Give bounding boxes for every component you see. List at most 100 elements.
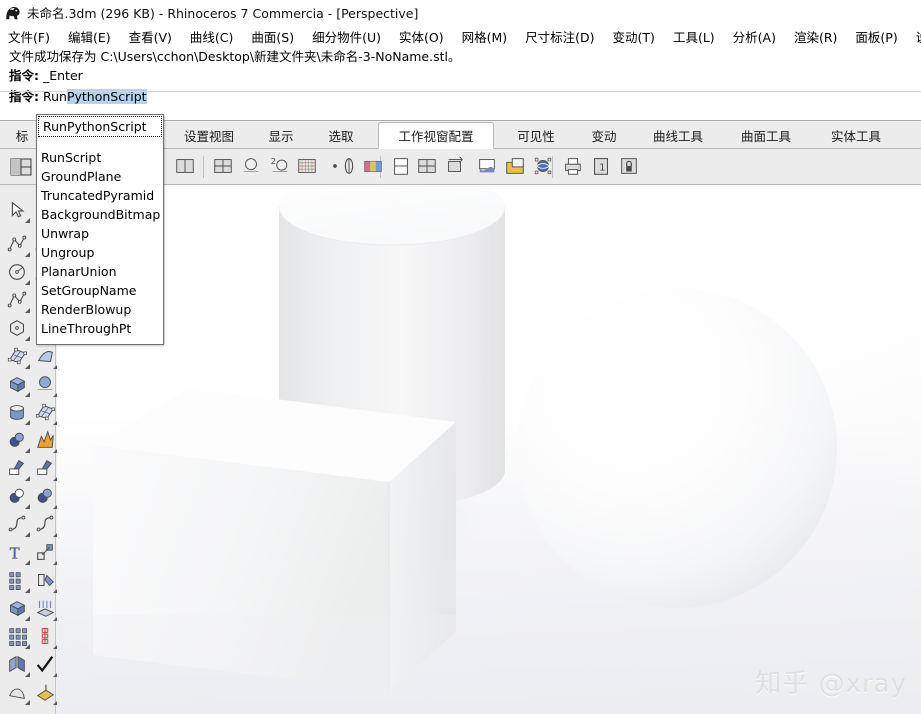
autocomplete-item[interactable]: LineThroughPt	[37, 319, 163, 338]
new-page-icon[interactable]	[390, 155, 414, 179]
toolbar-flyout-arrow-icon[interactable]	[25, 448, 30, 453]
toolbar-flyout-arrow-icon[interactable]	[25, 364, 30, 369]
clipping-plane-icon[interactable]	[338, 155, 362, 179]
toolbar-flyout-arrow-icon[interactable]	[25, 644, 30, 649]
toolbar-flyout-arrow-icon[interactable]	[25, 252, 30, 257]
toolbar-flyout-arrow-icon[interactable]	[25, 280, 30, 285]
perspective-viewport[interactable]	[57, 185, 921, 714]
autocomplete-item[interactable]: PlanarUnion	[37, 262, 163, 281]
autocomplete-item[interactable]: TruncatedPyramid	[37, 186, 163, 205]
menu-edit[interactable]: 编辑(E)	[68, 26, 120, 47]
toolbar-flyout-arrow-icon[interactable]	[25, 560, 30, 565]
toolbar-flyout-arrow-icon[interactable]	[25, 392, 30, 397]
trim-icon[interactable]	[6, 457, 30, 481]
named-view-icon[interactable]	[212, 155, 236, 179]
tab-solid-tools[interactable]: 实体工具	[816, 122, 896, 149]
explode-icon[interactable]	[34, 429, 58, 453]
paint-bucket-icon[interactable]	[34, 681, 58, 705]
background-color-icon[interactable]	[362, 155, 386, 179]
command-autocomplete-dropdown[interactable]: RunPythonScript RunScript GroundPlane Trun…	[36, 114, 164, 345]
boolean-union-icon[interactable]	[6, 429, 30, 453]
toolbar-flyout-arrow-icon[interactable]	[25, 420, 30, 425]
toolbar-flyout-arrow-icon[interactable]	[25, 588, 30, 593]
lock-icon[interactable]	[618, 155, 642, 179]
menu-subd[interactable]: 细分物件(U)	[312, 26, 390, 47]
move-object-icon[interactable]	[34, 541, 58, 565]
autocomplete-item[interactable]: RenderBlowup	[37, 300, 163, 319]
menu-tools[interactable]: 工具(L)	[673, 26, 724, 47]
tab-set-view[interactable]: 设置视图	[170, 122, 248, 149]
tab-curve-tools[interactable]: 曲线工具	[638, 122, 718, 149]
tab-visibility[interactable]: 可见性	[502, 122, 570, 149]
toolbar-flyout-arrow-icon[interactable]	[25, 672, 30, 677]
autocomplete-item[interactable]: GroundPlane	[37, 167, 163, 186]
polar-array-icon[interactable]	[34, 625, 58, 649]
offset-curve-icon[interactable]	[34, 513, 58, 537]
open-folder-views-icon[interactable]	[504, 155, 528, 179]
viewport-layout-icon[interactable]	[8, 154, 34, 180]
toolbar-flyout-arrow-icon[interactable]	[25, 336, 30, 341]
turntable-icon[interactable]	[532, 155, 556, 179]
menu-panels[interactable]: 面板(P)	[855, 26, 906, 47]
cap-solid-icon[interactable]	[6, 597, 30, 621]
tab-surface-tools[interactable]: 曲面工具	[726, 122, 806, 149]
sphere-solid-icon[interactable]	[34, 373, 58, 397]
text-object-icon[interactable]: T	[6, 541, 30, 565]
rectangular-array-icon[interactable]	[6, 625, 30, 649]
four-viewport-icon[interactable]	[416, 155, 440, 179]
menu-analyze[interactable]: 分析(A)	[733, 26, 785, 47]
two-sphere-render-icon[interactable]: 2	[268, 155, 292, 179]
menu-surface[interactable]: 曲面(S)	[251, 26, 303, 47]
toolbar-flyout-arrow-icon[interactable]	[25, 476, 30, 481]
menu-mesh[interactable]: 网格(M)	[462, 26, 517, 47]
autocomplete-item[interactable]: RunScript	[37, 148, 163, 167]
fillet-curve-icon[interactable]	[6, 513, 30, 537]
zoom-extents-icon[interactable]	[444, 155, 468, 179]
menu-render[interactable]: 渲染(R)	[794, 26, 846, 47]
menu-dimension[interactable]: 尺寸标注(D)	[525, 26, 603, 47]
autocomplete-item[interactable]: SetGroupName	[37, 281, 163, 300]
toolbar-flyout-arrow-icon[interactable]	[25, 616, 30, 621]
tab-display[interactable]: 显示	[253, 122, 309, 149]
menu-view[interactable]: 查看(V)	[129, 26, 181, 47]
cylinder-solid-icon[interactable]	[6, 401, 30, 425]
surface-mesh-icon[interactable]	[34, 401, 58, 425]
surface-from-points-icon[interactable]	[6, 345, 30, 369]
autocomplete-item[interactable]: Ungroup	[37, 243, 163, 262]
menu-file[interactable]: 文件(F)	[8, 26, 59, 47]
print-icon[interactable]	[562, 155, 586, 179]
tab-transform[interactable]: 变动	[576, 122, 632, 149]
shaded-sphere-icon[interactable]	[240, 155, 264, 179]
check-object-icon[interactable]	[34, 653, 58, 677]
polygon-icon[interactable]	[6, 317, 30, 341]
boolean-intersection-icon[interactable]	[34, 485, 58, 509]
array-icon[interactable]	[6, 569, 30, 593]
toolbar-flyout-arrow-icon[interactable]	[25, 308, 30, 313]
toolbar-flyout-arrow-icon[interactable]	[25, 532, 30, 537]
toolbar-flyout-arrow-icon[interactable]	[25, 504, 30, 509]
mirror-icon[interactable]	[6, 653, 30, 677]
tab-select[interactable]: 选取	[313, 122, 369, 149]
autocomplete-item[interactable]: BackgroundBitmap	[37, 205, 163, 224]
surface-patch-icon[interactable]	[34, 345, 58, 369]
autocomplete-item[interactable]: Unwrap	[37, 224, 163, 243]
grid-display-icon[interactable]	[296, 155, 320, 179]
circle-icon[interactable]	[6, 261, 30, 285]
polyline-icon[interactable]	[6, 233, 30, 257]
curve-through-points-icon[interactable]	[6, 289, 30, 313]
menu-transform[interactable]: 变动(T)	[613, 26, 664, 47]
toolbar-flyout-arrow-icon[interactable]	[25, 700, 30, 705]
blend-surface-icon[interactable]	[6, 681, 30, 705]
select-arrow-icon[interactable]	[6, 199, 30, 223]
box-solid-icon[interactable]	[6, 373, 30, 397]
boolean-difference-icon[interactable]	[6, 485, 30, 509]
extrude-icon[interactable]	[34, 597, 58, 621]
wallpaper-icon[interactable]	[476, 155, 500, 179]
toolbar-flyout-arrow-icon[interactable]	[25, 218, 30, 223]
split-viewport-horizontal-icon[interactable]	[174, 155, 198, 179]
tab-viewport-layout[interactable]: 工作视窗配置	[378, 122, 494, 149]
menu-help[interactable]: 说明(H)	[916, 26, 921, 47]
menu-solid[interactable]: 实体(O)	[399, 26, 453, 47]
split-icon[interactable]	[34, 457, 58, 481]
layout-one-icon[interactable]: 1	[590, 155, 614, 179]
